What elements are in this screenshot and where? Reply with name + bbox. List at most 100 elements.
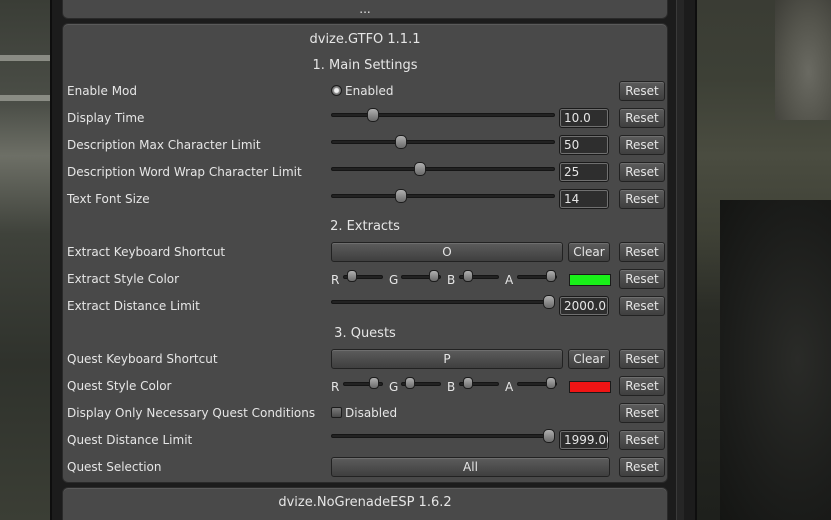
toggle-state-text: Disabled <box>345 406 398 420</box>
reset-button-quest-selection[interactable]: Reset <box>619 457 665 477</box>
color-channel-slider[interactable] <box>459 377 499 391</box>
quest-color-label: Quest Style Color <box>67 379 172 393</box>
reset-button-quest-keyboard[interactable]: Reset <box>619 349 665 369</box>
slider-track <box>331 140 555 144</box>
slider-thumb[interactable] <box>542 429 555 443</box>
slider-track <box>331 167 555 171</box>
quest-selection-dropdown[interactable]: All <box>331 457 610 477</box>
toggle-state-text: Enabled <box>345 84 394 98</box>
reset-button-extract-keyboard[interactable]: Reset <box>619 242 665 262</box>
reset-button-display-time[interactable]: Reset <box>619 108 665 128</box>
color-channel-label: A <box>505 273 514 287</box>
color-channel-label: A <box>505 380 514 394</box>
slider-track <box>331 194 555 198</box>
color-channel-label: G <box>389 273 399 287</box>
color-channel-slider[interactable] <box>343 270 383 284</box>
mod-panel-nogrenadeesp[interactable]: dvize.NoGrenadeESP 1.6.2 <box>62 487 668 520</box>
desc-wrap-slider[interactable] <box>331 162 555 176</box>
section-quests: 3. Quests <box>334 326 396 341</box>
slider-thumb[interactable] <box>462 377 473 389</box>
extract-keyboard-label: Extract Keyboard Shortcut <box>67 245 226 259</box>
background-rail <box>0 55 50 61</box>
color-swatch <box>569 381 611 393</box>
slider-thumb[interactable] <box>546 377 556 389</box>
color-channel-slider[interactable] <box>401 270 441 284</box>
color-channel-label: G <box>389 380 399 394</box>
color-channel-slider[interactable] <box>401 377 441 391</box>
color-channel-slider[interactable] <box>517 270 557 284</box>
reset-button-enable-mod[interactable]: Reset <box>619 81 665 101</box>
quest-selection-label: Quest Selection <box>67 460 162 474</box>
background-rail <box>0 95 50 101</box>
reset-button-extract-distance[interactable]: Reset <box>619 296 665 316</box>
slider-thumb[interactable] <box>394 189 407 203</box>
quest-keyboard-shortcut-button[interactable]: P <box>331 349 563 369</box>
desc-wrap-label: Description Word Wrap Character Limit <box>67 165 302 179</box>
quest-distance-input[interactable]: 1999.06 <box>559 430 609 450</box>
quest-distance-slider[interactable] <box>331 429 555 443</box>
reset-button-desc-wrap[interactable]: Reset <box>619 162 665 182</box>
quest-keyboard-label: Quest Keyboard Shortcut <box>67 352 218 366</box>
desc-max-label: Description Max Character Limit <box>67 138 261 152</box>
mod-title: dvize.GTFO 1.1.1 <box>309 32 421 47</box>
background-rock <box>775 0 831 120</box>
slider-thumb[interactable] <box>367 108 380 122</box>
clear-button-extract-keyboard[interactable]: Clear <box>568 242 610 262</box>
color-channel-slider[interactable] <box>459 270 499 284</box>
slider-thumb[interactable] <box>428 270 439 282</box>
desc-max-slider[interactable] <box>331 135 555 149</box>
slider-thumb[interactable] <box>543 295 555 309</box>
reset-button-quest-distance[interactable]: Reset <box>619 430 665 450</box>
mod-panel-gtfo: dvize.GTFO 1.1.1 1. Main Settings Enable… <box>62 23 668 483</box>
reset-button-font-size[interactable]: Reset <box>619 189 665 209</box>
extract-color-label: Extract Style Color <box>67 272 180 286</box>
display-time-label: Display Time <box>67 111 145 125</box>
color-channel-slider[interactable] <box>343 377 383 391</box>
background-weapon-sight <box>720 200 831 520</box>
clear-button-quest-keyboard[interactable]: Clear <box>568 349 610 369</box>
enable-mod-toggle[interactable]: Enabled <box>331 83 394 99</box>
font-size-slider[interactable] <box>331 189 555 203</box>
extract-distance-label: Extract Distance Limit <box>67 299 200 313</box>
display-time-input[interactable]: 10.0 <box>559 108 609 128</box>
display-time-slider[interactable] <box>331 108 555 122</box>
background-left-scene <box>0 0 50 520</box>
reset-button-extract-color[interactable]: Reset <box>619 269 665 289</box>
previous-mod-panel[interactable]: ... <box>62 0 668 19</box>
reset-button-desc-max[interactable]: Reset <box>619 135 665 155</box>
section-extracts: 2. Extracts <box>330 219 400 234</box>
slider-thumb[interactable] <box>413 162 426 176</box>
quest-distance-label: Quest Distance Limit <box>67 433 193 447</box>
color-channel-slider[interactable] <box>517 377 557 391</box>
toggle-checkbox[interactable] <box>331 407 342 418</box>
extract-distance-slider[interactable] <box>331 295 555 309</box>
scrollbar[interactable] <box>676 0 684 520</box>
extract-distance-input[interactable]: 2000.0 <box>559 296 609 316</box>
next-mod-title: dvize.NoGrenadeESP 1.6.2 <box>278 495 452 510</box>
reset-button-necessary-conditions[interactable]: Reset <box>619 403 665 423</box>
slider-thumb[interactable] <box>369 377 380 389</box>
toggle-checkbox[interactable] <box>331 85 342 96</box>
reset-button-quest-color[interactable]: Reset <box>619 376 665 396</box>
slider-thumb[interactable] <box>546 270 556 282</box>
slider-track <box>331 434 555 438</box>
color-channel-label: B <box>447 380 456 394</box>
necessary-conditions-toggle[interactable]: Disabled <box>331 405 397 421</box>
font-size-input[interactable]: 14 <box>559 189 609 209</box>
slider-thumb[interactable] <box>394 135 407 149</box>
extract-keyboard-shortcut-button[interactable]: O <box>331 242 563 262</box>
slider-track <box>331 300 555 304</box>
slider-thumb[interactable] <box>462 270 473 282</box>
color-swatch <box>569 274 611 286</box>
collapsed-ellipsis: ... <box>359 2 371 16</box>
enable-mod-label: Enable Mod <box>67 84 138 98</box>
color-channel-label: B <box>447 273 456 287</box>
desc-max-input[interactable]: 50 <box>559 135 609 155</box>
color-channel-label: R <box>331 273 340 287</box>
section-main-settings: 1. Main Settings <box>312 58 418 73</box>
slider-thumb[interactable] <box>346 270 357 282</box>
desc-wrap-input[interactable]: 25 <box>559 162 609 182</box>
slider-track <box>331 113 555 117</box>
font-size-label: Text Font Size <box>67 192 150 206</box>
slider-thumb[interactable] <box>404 377 415 389</box>
